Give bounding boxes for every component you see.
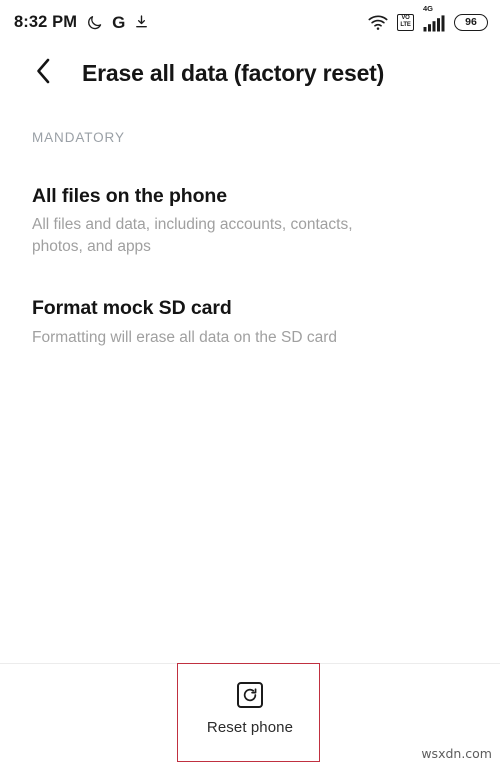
page-title: Erase all data (factory reset)	[82, 59, 385, 86]
reset-phone-button[interactable]: Reset phone	[179, 664, 321, 736]
reset-phone-label: Reset phone	[206, 719, 294, 736]
page-header: Erase all data (factory reset)	[0, 44, 500, 102]
list-item-all-files[interactable]: All files on the phone All files and dat…	[32, 185, 468, 257]
back-chevron-icon	[34, 57, 53, 90]
battery-indicator: 96	[454, 13, 488, 31]
status-clock: 8:32 PM	[14, 12, 78, 31]
network-type-label: 4G	[423, 4, 434, 13]
volte-icon: VO LTE	[397, 13, 414, 31]
reset-phone-icon	[237, 682, 263, 708]
list-item-description: All files and data, including accounts, …	[32, 216, 353, 255]
volte-line-1: VO	[401, 15, 410, 21]
wifi-icon	[368, 14, 388, 31]
google-g-icon: G	[112, 12, 126, 32]
watermark: wsxdn.com	[421, 746, 492, 761]
settings-content: MANDATORY All files on the phone All fil…	[0, 130, 500, 348]
list-item-format-sd-card[interactable]: Format mock SD card Formatting will eras…	[32, 297, 468, 348]
list-item-title: Format mock SD card	[32, 297, 232, 320]
back-button[interactable]	[28, 58, 58, 88]
status-bar-right: VO LTE 4G 96	[368, 5, 488, 32]
battery-level-label: 96	[465, 16, 477, 28]
dnd-moon-icon	[86, 14, 103, 31]
list-item-description: Formatting will erase all data on the SD…	[32, 328, 337, 346]
download-icon	[134, 14, 149, 30]
signal-bars-icon: 4G	[423, 5, 445, 32]
status-bar: 8:32 PM G VO LTE 4G 96	[0, 0, 500, 44]
volte-line-2: LTE	[400, 22, 411, 28]
section-header-mandatory: MANDATORY	[32, 130, 125, 145]
list-item-title: All files on the phone	[32, 185, 227, 207]
status-bar-left: 8:32 PM G	[14, 13, 149, 32]
